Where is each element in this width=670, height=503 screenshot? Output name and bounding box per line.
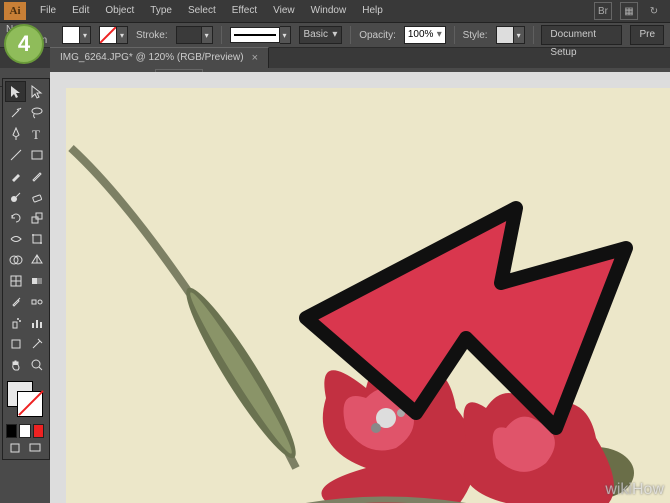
color-mode-solid[interactable] [6,424,17,438]
artboard[interactable]: wikiHow [66,88,670,503]
tool-slice[interactable] [26,333,47,354]
screen-mode[interactable] [25,438,45,459]
stroke-label: Stroke: [136,30,168,41]
fill-stroke-indicator[interactable] [5,379,45,419]
document-tab[interactable]: IMG_6264.JPG* @ 120% (RGB/Preview) × [50,47,269,68]
tools-panel: T [2,78,50,460]
style-label: Style: [463,30,488,41]
tool-magic-wand[interactable] [5,102,26,123]
menu-window[interactable]: Window [303,0,355,22]
tool-perspective[interactable] [26,249,47,270]
tool-graph[interactable] [26,312,47,333]
tool-scale[interactable] [26,207,47,228]
sync-icon[interactable]: ↻ [646,3,662,19]
fill-swatch-group[interactable]: ▾ [62,26,91,44]
color-mode-gradient[interactable] [19,424,30,438]
arrange-button[interactable]: ▦ [620,2,638,20]
tool-direct-selection[interactable] [26,81,47,102]
draw-mode[interactable] [5,438,25,459]
tool-mesh[interactable] [5,270,26,291]
tool-shape-builder[interactable] [5,249,26,270]
menu-bar: Ai File Edit Object Type Select Effect V… [0,0,670,23]
stroke-swatch-group[interactable]: ▾ [99,26,128,44]
tool-rectangle[interactable] [26,144,47,165]
tool-hand[interactable] [5,354,26,375]
tool-line[interactable] [5,144,26,165]
menu-select[interactable]: Select [180,0,224,22]
menu-help[interactable]: Help [354,0,391,22]
bridge-button[interactable]: Br [594,2,612,20]
tool-type[interactable]: T [26,123,47,144]
tab-close-button[interactable]: × [252,48,258,68]
stroke-profile[interactable] [230,27,280,43]
brush-preview[interactable]: ▾ [230,26,291,44]
brush-definition[interactable]: Basic▾ [299,26,343,44]
stroke-dropdown[interactable]: ▾ [117,26,128,44]
tool-zoom[interactable] [26,354,47,375]
cursor-arrow-illustration [286,188,646,471]
watermark: wikiHow [605,481,664,499]
tool-width[interactable] [5,228,26,249]
tool-artboard[interactable] [5,333,26,354]
fill-swatch[interactable] [62,26,80,44]
tool-free-transform[interactable] [26,228,47,249]
tool-blend[interactable] [26,291,47,312]
document-setup-button[interactable]: Document Setup [541,25,622,45]
menu-file[interactable]: File [32,0,64,22]
preferences-button[interactable]: Pre [630,25,664,45]
tool-paintbrush[interactable] [5,165,26,186]
stroke-color-box[interactable] [17,391,43,417]
tool-lasso[interactable] [26,102,47,123]
stroke-swatch[interactable] [99,26,117,44]
style-swatch[interactable] [496,26,514,44]
app-logo: Ai [4,2,26,20]
stroke-profile-dropdown[interactable]: ▾ [280,26,291,44]
tool-eyedropper[interactable] [5,291,26,312]
tool-blob-brush[interactable] [5,186,26,207]
tool-eraser[interactable] [26,186,47,207]
menu-edit[interactable]: Edit [64,0,97,22]
ruler-horizontal [50,72,670,89]
fill-dropdown[interactable]: ▾ [80,26,91,44]
opacity-label: Opacity: [359,30,396,41]
document-tab-title: IMG_6264.JPG* @ 120% (RGB/Preview) [60,48,244,68]
menu-effect[interactable]: Effect [224,0,265,22]
style-dropdown[interactable]: ▾ [514,26,525,44]
canvas[interactable]: wikiHow [66,88,670,503]
stroke-weight-dropdown[interactable]: ▾ [202,26,213,44]
svg-text:T: T [32,127,40,141]
stroke-weight-input[interactable] [176,26,202,44]
step-badge: 4 [4,24,44,64]
menu-object[interactable]: Object [97,0,142,22]
menu-type[interactable]: Type [142,0,180,22]
tool-pencil[interactable] [26,165,47,186]
control-bar: No Selection ▾ ▾ Stroke: ▾ ▾ Basic▾ Opac… [0,23,670,48]
tool-gradient[interactable] [26,270,47,291]
opacity-input[interactable]: 100%▾ [404,26,446,44]
tool-pen[interactable] [5,123,26,144]
tool-selection[interactable] [5,81,26,102]
tool-rotate[interactable] [5,207,26,228]
ruler-vertical [50,88,67,503]
color-mode-none[interactable] [33,424,44,438]
tool-symbol-sprayer[interactable] [5,312,26,333]
menu-view[interactable]: View [265,0,303,22]
screen-mode-row [5,439,45,457]
